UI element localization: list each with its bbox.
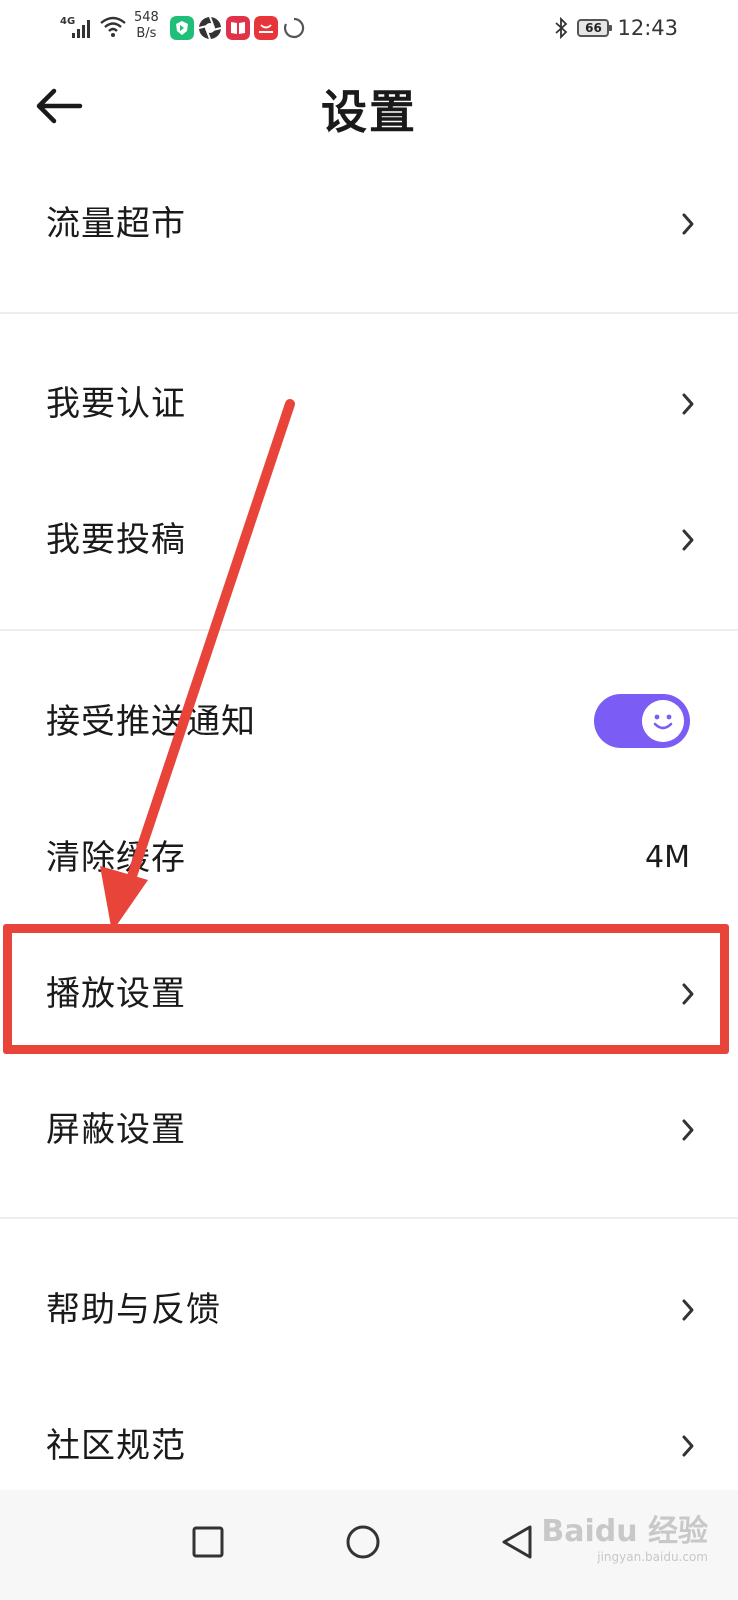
chevron-right-icon: [682, 983, 694, 1005]
cache-size: 4M: [645, 840, 690, 875]
watermark-brand: Baidu 经验: [541, 1514, 708, 1549]
settings-item-traffic-market[interactable]: 流量超市: [0, 156, 738, 292]
chevron-right-icon: [682, 529, 694, 551]
section-divider: [0, 312, 738, 314]
page-title: 设置: [321, 85, 417, 139]
clock: 12:43: [617, 16, 678, 40]
settings-item-playback-settings[interactable]: 播放设置: [0, 926, 738, 1062]
settings-item-label: 我要投稿: [46, 520, 186, 560]
aperture-app-icon: [198, 16, 222, 40]
battery-level: 66: [577, 19, 613, 37]
smiley-icon: [642, 700, 684, 742]
baidu-watermark: Baidu 经验 jingyan.baidu.com: [541, 1506, 708, 1564]
settings-item-label: 接受推送通知: [46, 702, 256, 742]
chevron-right-icon: [682, 1435, 694, 1457]
settings-item-label: 流量超市: [46, 204, 186, 244]
settings-item-label: 屏蔽设置: [46, 1110, 186, 1150]
back-nav-icon[interactable]: [488, 1512, 548, 1572]
wifi-icon: [100, 16, 126, 37]
settings-item-label: 我要认证: [46, 384, 186, 424]
recent-apps-icon[interactable]: [178, 1512, 238, 1572]
settings-item-certification[interactable]: 我要认证: [0, 336, 738, 472]
settings-item-label: 清除缓存: [46, 838, 186, 878]
chevron-right-icon: [682, 1119, 694, 1141]
chevron-right-icon: [682, 1299, 694, 1321]
watermark-url: jingyan.baidu.com: [597, 1550, 708, 1564]
settings-item-label: 帮助与反馈: [46, 1290, 221, 1330]
settings-item-block-settings[interactable]: 屏蔽设置: [0, 1062, 738, 1198]
section-divider: [0, 629, 738, 631]
status-right: 66 12:43: [553, 14, 678, 42]
chevron-right-icon: [682, 213, 694, 235]
store-app-icon: [254, 16, 278, 40]
settings-item-push-notifications: 接受推送通知: [0, 654, 738, 790]
settings-item-label: 播放设置: [46, 974, 186, 1014]
settings-item-submit[interactable]: 我要投稿: [0, 472, 738, 608]
system-nav-bar: Baidu 经验 jingyan.baidu.com: [0, 1490, 738, 1600]
shield-app-icon: [170, 16, 194, 40]
signal-icon: [72, 18, 94, 38]
network-speed: 548 B/s: [134, 10, 159, 42]
bluetooth-icon: [555, 17, 568, 39]
loading-icon: [283, 17, 305, 39]
book-app-icon: [226, 16, 250, 40]
speed-unit: B/s: [136, 26, 157, 41]
status-bar: 4G 548 B/s 66 12:43: [0, 0, 738, 56]
speed-value: 548: [134, 10, 159, 25]
section-divider: [0, 1217, 738, 1219]
header: 设置: [0, 56, 738, 156]
settings-item-help-feedback[interactable]: 帮助与反馈: [0, 1242, 738, 1378]
push-notification-toggle[interactable]: [594, 694, 690, 748]
settings-item-clear-cache[interactable]: 清除缓存 4M: [0, 790, 738, 926]
home-icon[interactable]: [333, 1512, 393, 1572]
chevron-right-icon: [682, 393, 694, 415]
